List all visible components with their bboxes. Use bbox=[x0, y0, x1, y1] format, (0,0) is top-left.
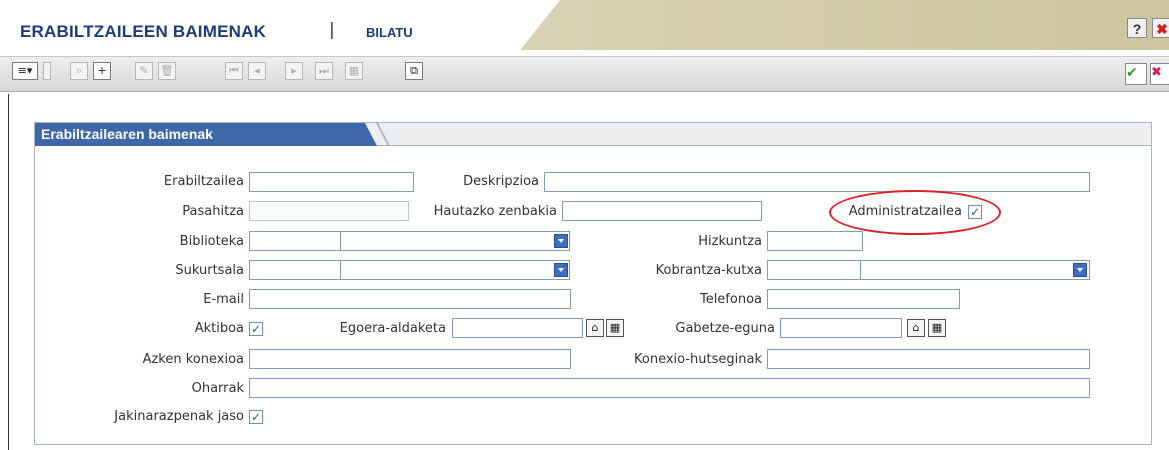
title-separator: | bbox=[329, 20, 335, 40]
kobrantza-kutxa-select[interactable] bbox=[860, 260, 1090, 280]
biblioteka-select[interactable] bbox=[340, 231, 570, 251]
chevron-down-icon[interactable] bbox=[1073, 263, 1087, 277]
deskripzioa-input[interactable] bbox=[544, 172, 1090, 192]
toolbar-divider bbox=[43, 62, 51, 80]
clear-date-icon[interactable]: ⌂ bbox=[586, 319, 604, 337]
search-icon[interactable]: ⌕ bbox=[70, 62, 88, 80]
kobrantza-kutxa-label: Kobrantza-kutxa bbox=[655, 263, 762, 278]
delete-icon[interactable]: 🗑 bbox=[158, 62, 176, 80]
next-record-icon[interactable]: ▸ bbox=[285, 62, 303, 80]
accept-icon[interactable]: ✔ bbox=[1125, 63, 1147, 85]
copy-icon[interactable]: ⧉ bbox=[405, 62, 423, 80]
gabetze-eguna-label: Gabetze-eguna bbox=[675, 321, 775, 336]
help-button[interactable]: ? bbox=[1127, 18, 1147, 38]
hizkuntza-label: Hizkuntza bbox=[698, 234, 762, 249]
add-icon[interactable]: + bbox=[93, 62, 111, 80]
chevron-down-icon[interactable] bbox=[554, 234, 568, 248]
clear-date-icon[interactable]: ⌂ bbox=[907, 319, 925, 337]
jakinarazpenak-jaso-label: Jakinarazpenak jaso bbox=[114, 409, 244, 424]
konexio-hutseginak-input[interactable] bbox=[767, 349, 1090, 369]
oharrak-label: Oharrak bbox=[191, 381, 244, 396]
first-record-icon[interactable]: ⏮ bbox=[225, 62, 243, 80]
biblioteka-label: Biblioteka bbox=[179, 234, 244, 249]
azken-konexioa-label: Azken konexioa bbox=[142, 352, 244, 367]
pasahitza-label: Pasahitza bbox=[182, 204, 244, 219]
close-button[interactable]: ✖ bbox=[1152, 18, 1169, 38]
calendar-icon[interactable]: ▦ bbox=[928, 319, 946, 337]
sukurtsala-select[interactable] bbox=[340, 260, 570, 280]
gabetze-eguna-input[interactable] bbox=[780, 318, 902, 338]
last-record-icon[interactable]: ⏭ bbox=[315, 62, 333, 80]
panel-title: Erabiltzailearen baimenak bbox=[41, 126, 213, 142]
email-label: E-mail bbox=[203, 292, 244, 307]
egoera-aldaketa-label: Egoera-aldaketa bbox=[339, 321, 446, 336]
cancel-icon[interactable]: ✖ bbox=[1150, 63, 1169, 85]
hautazko-zenbakia-input[interactable] bbox=[562, 201, 762, 221]
aktiboa-checkbox[interactable]: ✓ bbox=[249, 322, 263, 336]
mode-label: BILATU bbox=[366, 25, 413, 40]
hizkuntza-input[interactable] bbox=[767, 231, 863, 251]
biblioteka-code-input[interactable] bbox=[249, 231, 341, 251]
konexio-hutseginak-label: Konexio-hutseginak bbox=[634, 352, 762, 367]
left-border bbox=[8, 94, 9, 450]
chevron-down-icon[interactable] bbox=[554, 263, 568, 277]
kobrantza-kutxa-code-input[interactable] bbox=[767, 260, 861, 280]
title-bar-decoration bbox=[520, 0, 1169, 50]
email-input[interactable] bbox=[249, 289, 571, 309]
jakinarazpenak-jaso-checkbox[interactable]: ✓ bbox=[249, 410, 263, 424]
erabiltzailea-label: Erabiltzailea bbox=[163, 174, 244, 189]
prev-record-icon[interactable]: ◂ bbox=[248, 62, 266, 80]
calendar-icon[interactable]: ▦ bbox=[606, 319, 624, 337]
page-title: ERABILTZAILEEN BAIMENAK bbox=[20, 22, 267, 41]
azken-konexioa-input[interactable] bbox=[249, 349, 571, 369]
sukurtsala-code-input[interactable] bbox=[249, 260, 341, 280]
highlight-ellipse bbox=[829, 190, 1001, 235]
telefonoa-input[interactable] bbox=[767, 289, 960, 309]
oharrak-input[interactable] bbox=[249, 378, 1090, 398]
edit-icon[interactable]: ✎ bbox=[135, 62, 153, 80]
pasahitza-input[interactable] bbox=[249, 201, 409, 221]
deskripzioa-label: Deskripzioa bbox=[463, 174, 539, 189]
list-menu-icon[interactable]: ≡▾ bbox=[12, 62, 38, 80]
sukurtsala-label: Sukurtsala bbox=[175, 263, 244, 278]
grid-icon[interactable]: ▦ bbox=[345, 62, 363, 80]
telefonoa-label: Telefonoa bbox=[699, 292, 762, 307]
erabiltzailea-input[interactable] bbox=[249, 172, 414, 192]
hautazko-zenbakia-label: Hautazko zenbakia bbox=[433, 204, 557, 219]
aktiboa-label: Aktiboa bbox=[194, 321, 244, 336]
egoera-aldaketa-input[interactable] bbox=[452, 318, 583, 338]
